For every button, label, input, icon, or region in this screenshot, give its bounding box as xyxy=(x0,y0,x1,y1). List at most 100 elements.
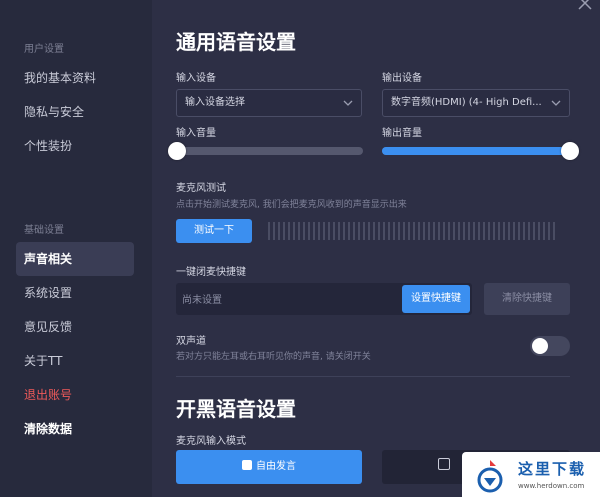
meter-bar xyxy=(533,222,535,240)
stereo-label: 双声道 xyxy=(176,336,206,347)
meter-bar xyxy=(358,222,360,240)
output-device-value: 数字音频(HDMI) (4- High Defi... xyxy=(391,97,542,108)
meter-bar xyxy=(433,222,435,240)
meter-bar xyxy=(368,222,370,240)
sidebar-group-user-settings: 用户设置 xyxy=(24,44,64,55)
meter-bar xyxy=(508,222,510,240)
meter-bar xyxy=(328,222,330,240)
meter-bar xyxy=(463,222,465,240)
sidebar-item-privacy-security[interactable]: 隐私与安全 xyxy=(16,95,134,129)
meter-bar xyxy=(538,222,540,240)
meter-bar xyxy=(498,222,500,240)
set-hotkey-button[interactable]: 设置快捷键 xyxy=(402,285,470,313)
meter-bar xyxy=(468,222,470,240)
meter-bar xyxy=(483,222,485,240)
meter-bar xyxy=(518,222,520,240)
settings-main: 通用语音设置 输入设备 输入设备选择 输出设备 数字音频(HDMI) (4- H… xyxy=(152,0,600,497)
section-title-party-voice: 开黑语音设置 xyxy=(176,397,296,421)
sidebar-group-basic-settings: 基础设置 xyxy=(24,225,64,236)
meter-bar xyxy=(548,222,550,240)
meter-bar xyxy=(503,222,505,240)
sidebar-item-logout[interactable]: 退出账号 xyxy=(16,378,134,412)
mic-test-label: 麦克风测试 xyxy=(176,183,226,194)
settings-sidebar: 用户设置 我的基本资料 隐私与安全 个性装扮 基础设置 声音相关 系统设置 意见… xyxy=(0,0,152,497)
meter-bar xyxy=(478,222,480,240)
meter-bar xyxy=(293,222,295,240)
meter-bar xyxy=(373,222,375,240)
meter-bar xyxy=(288,222,290,240)
output-device-label: 输出设备 xyxy=(382,73,422,84)
meter-bar xyxy=(343,222,345,240)
meter-bar xyxy=(458,222,460,240)
meter-bar xyxy=(428,222,430,240)
meter-bar xyxy=(323,222,325,240)
chevron-down-icon xyxy=(343,100,353,106)
mode-free-speech-label: 自由发言 xyxy=(256,461,296,472)
watermark: 这里下载 www.herdown.com xyxy=(462,452,600,497)
mute-hotkey-label: 一键闭麦快捷键 xyxy=(176,267,246,278)
watermark-logo-icon xyxy=(477,460,503,493)
mute-hotkey-input[interactable] xyxy=(176,283,404,317)
meter-bar xyxy=(383,222,385,240)
clear-hotkey-button[interactable]: 清除快捷键 xyxy=(484,283,570,315)
sidebar-item-feedback[interactable]: 意见反馈 xyxy=(16,310,134,344)
meter-bar xyxy=(398,222,400,240)
mic-mode-label: 麦克风输入模式 xyxy=(176,436,246,447)
mic-test-button[interactable]: 测试一下 xyxy=(176,219,252,243)
mute-hotkey-field: 设置快捷键 xyxy=(176,283,472,317)
input-device-label: 输入设备 xyxy=(176,73,216,84)
meter-bar xyxy=(493,222,495,240)
input-volume-label: 输入音量 xyxy=(176,128,216,139)
output-volume-slider[interactable] xyxy=(382,142,579,160)
meter-bar xyxy=(453,222,455,240)
meter-bar xyxy=(338,222,340,240)
meter-bar xyxy=(513,222,515,240)
meter-bar xyxy=(553,222,555,240)
input-device-value: 输入设备选择 xyxy=(185,97,245,108)
mic-test-description: 点击开始测试麦克风, 我们会把麦克风收到的声音显示出来 xyxy=(176,200,407,210)
meter-bar xyxy=(418,222,420,240)
mic-level-meter xyxy=(268,222,568,240)
section-title-general-voice: 通用语音设置 xyxy=(176,30,296,54)
meter-bar xyxy=(523,222,525,240)
meter-bar xyxy=(393,222,395,240)
close-icon[interactable] xyxy=(576,0,594,12)
output-volume-thumb[interactable] xyxy=(561,142,579,160)
meter-bar xyxy=(403,222,405,240)
input-device-select[interactable]: 输入设备选择 xyxy=(176,89,362,117)
meter-bar xyxy=(318,222,320,240)
input-volume-slider[interactable] xyxy=(168,142,363,160)
meter-bar xyxy=(443,222,445,240)
meter-bar xyxy=(333,222,335,240)
meter-bar xyxy=(388,222,390,240)
mode-free-speech-button[interactable]: 自由发言 xyxy=(176,450,362,484)
output-volume-fill xyxy=(382,147,570,155)
output-volume-label: 输出音量 xyxy=(382,128,422,139)
meter-bar xyxy=(488,222,490,240)
meter-bar xyxy=(408,222,410,240)
output-device-select[interactable]: 数字音频(HDMI) (4- High Defi... xyxy=(382,89,570,117)
watermark-title: 这里下载 xyxy=(518,460,587,478)
meter-bar xyxy=(528,222,530,240)
meter-bar xyxy=(348,222,350,240)
meter-bar xyxy=(413,222,415,240)
sidebar-item-about[interactable]: 关于TT xyxy=(16,344,134,378)
meter-bar xyxy=(353,222,355,240)
meter-bar xyxy=(278,222,280,240)
meter-bar xyxy=(268,222,270,240)
meter-bar xyxy=(363,222,365,240)
sidebar-item-system[interactable]: 系统设置 xyxy=(16,276,134,310)
meter-bar xyxy=(273,222,275,240)
sidebar-item-clear-data[interactable]: 清除数据 xyxy=(16,412,134,446)
meter-bar xyxy=(298,222,300,240)
stereo-toggle-knob xyxy=(532,338,548,354)
meter-bar xyxy=(308,222,310,240)
sidebar-item-sound[interactable]: 声音相关 xyxy=(16,242,134,276)
stereo-description: 若对方只能左耳或右耳听见你的声音, 请关闭开关 xyxy=(176,352,371,362)
sidebar-item-personal-decor[interactable]: 个性装扮 xyxy=(16,129,134,163)
meter-bar xyxy=(423,222,425,240)
input-volume-thumb[interactable] xyxy=(168,142,186,160)
sidebar-item-basic-profile[interactable]: 我的基本资料 xyxy=(16,61,134,95)
stereo-toggle[interactable] xyxy=(530,336,570,356)
meter-bar xyxy=(283,222,285,240)
